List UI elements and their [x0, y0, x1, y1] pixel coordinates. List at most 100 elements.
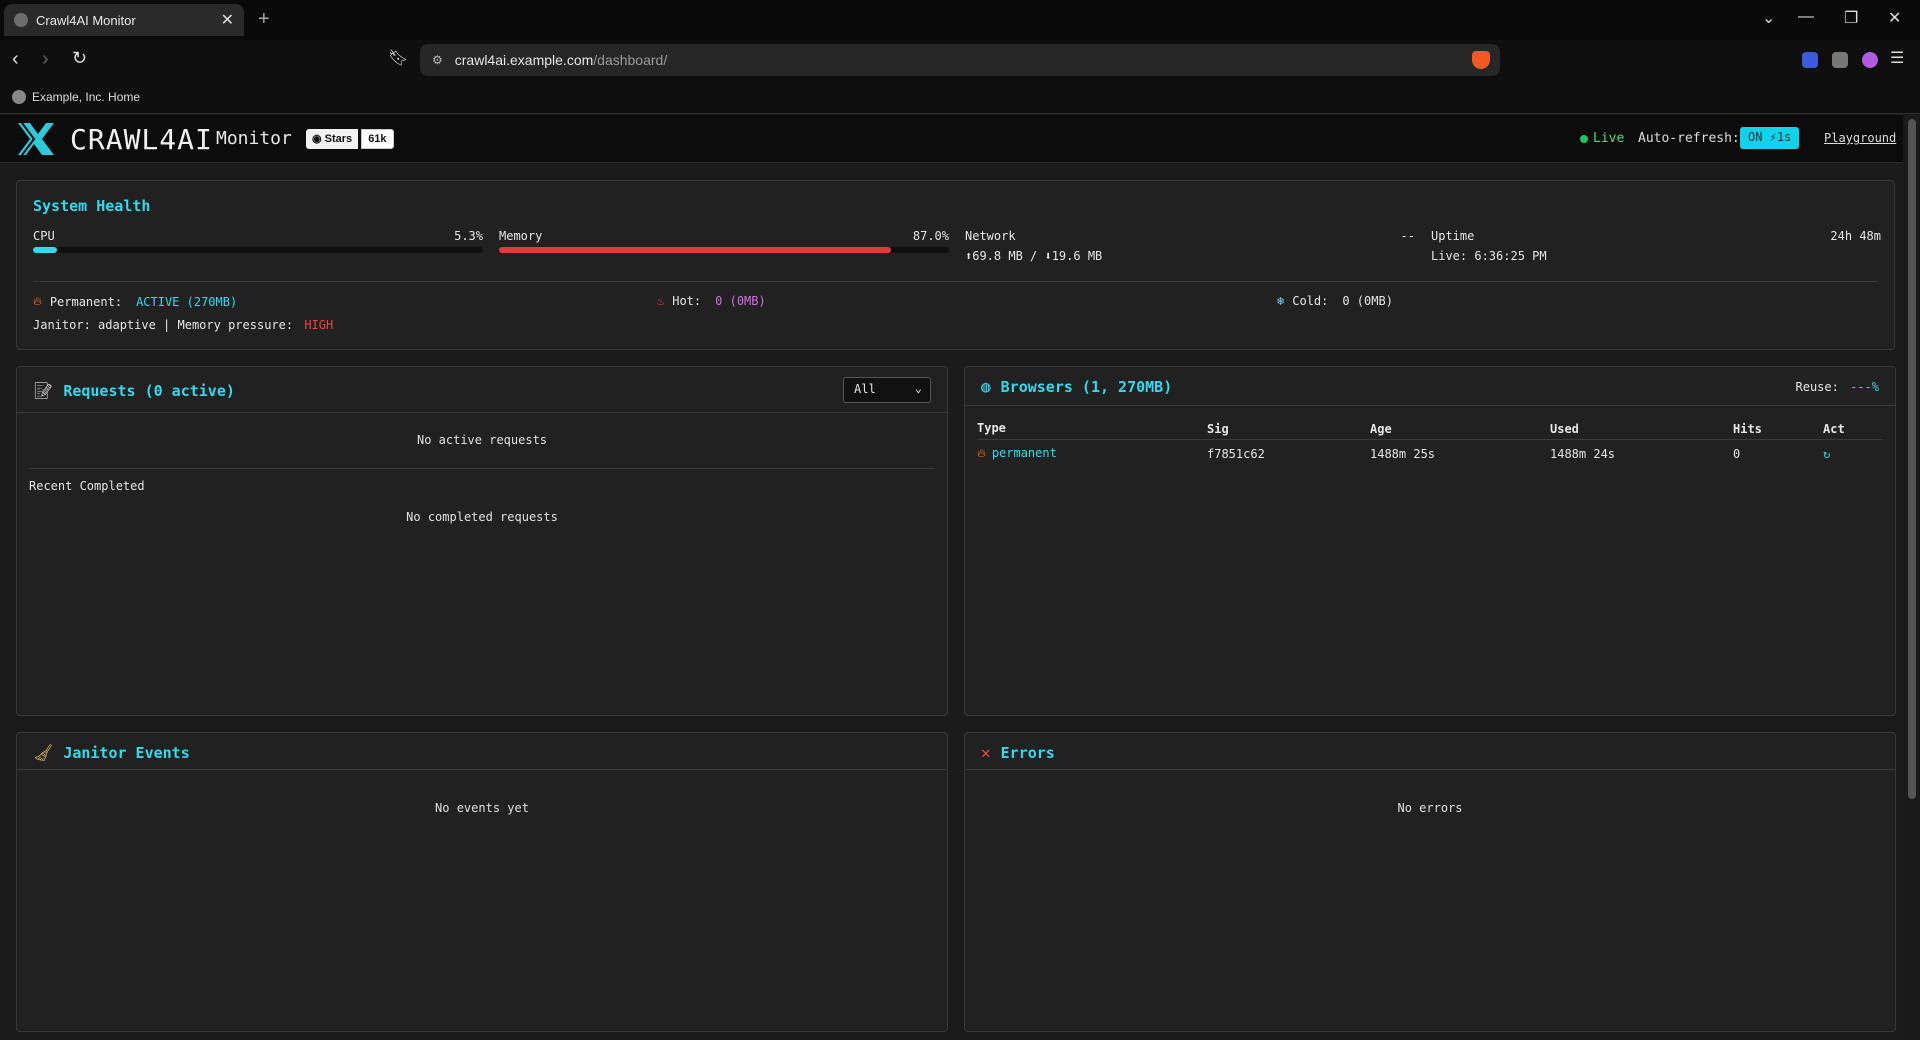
requests-header: 📝︎ Requests (0 active) [33, 381, 235, 400]
memory-value: 87.0% [912, 229, 949, 243]
errors-header: ✕ Errors [981, 743, 1055, 762]
uptime-metric: Uptime 24h 48m Live: 6:36:25 PM [1431, 229, 1881, 263]
broom-icon: 🧹︎ [33, 743, 54, 762]
tab-close-icon[interactable]: ✕ [221, 10, 234, 30]
table-row: 🔥︎ permanent f7851c62 1488m 25s 1488m 24s… [977, 440, 1883, 462]
janitor-title: Janitor Events [63, 743, 190, 762]
requests-divider [17, 412, 947, 413]
row-hits: 0 [1733, 446, 1741, 461]
janitor-line: Janitor: adaptive | Memory pressure: [33, 318, 294, 332]
row-used: 1488m 24s [1550, 446, 1616, 461]
errors-title: Errors [1000, 743, 1055, 762]
forward-icon[interactable]: › [42, 48, 49, 71]
row-type: permanent [991, 446, 1057, 460]
bookmark-favicon-icon [12, 89, 26, 104]
col-type: Type [977, 421, 1006, 435]
github-stars-badge[interactable]: ◉ Stars 61k [306, 129, 394, 149]
reuse-stat: Reuse: ---% [1796, 380, 1880, 394]
memo-icon: 📝︎ [33, 381, 54, 400]
row-age: 1488m 25s [1370, 446, 1436, 461]
pool-cold: ❄ Cold: 0 (0MB) [1277, 294, 1393, 308]
restart-browser-icon[interactable]: ↻ [1823, 440, 1883, 462]
hot-springs-icon: ♨ [657, 294, 665, 308]
pool-permanent: 🔥︎ Permanent: ACTIVE (270MB) [33, 294, 237, 309]
new-tab-icon[interactable]: + [258, 8, 270, 31]
memory-metric: Memory 87.0% [499, 229, 949, 253]
requests-title: Requests (0 active) [63, 381, 235, 400]
no-active-requests: No active requests [416, 433, 548, 447]
no-janitor-events: No events yet [435, 801, 529, 815]
cold-value: 0 (0MB) [1342, 294, 1393, 308]
site-settings-icon[interactable]: ⚙ [432, 53, 443, 67]
bookmark-home-link[interactable]: Example, Inc. Home [32, 90, 140, 104]
back-icon[interactable]: ‹ [12, 48, 19, 71]
url-path: /dashboard/ [593, 52, 668, 68]
tab-list-chevron-icon[interactable]: ⌄ [1762, 8, 1775, 28]
network-value: -- [1400, 229, 1415, 243]
stars-count: 61k [361, 129, 394, 149]
live-dot-icon [1580, 134, 1588, 143]
browsers-table: Type Sig Age Used Hits Act 🔥︎ permanent f… [977, 419, 1883, 461]
menu-icon[interactable]: ☰ [1890, 48, 1904, 68]
playground-link[interactable]: Playground [1824, 131, 1896, 145]
window-close-icon[interactable]: ✕ [1888, 8, 1901, 28]
health-divider [33, 281, 1878, 282]
hot-value: 0 (0MB) [715, 294, 766, 308]
reload-icon[interactable]: ↻ [72, 48, 87, 69]
uptime-value: 24h 48m [1830, 229, 1881, 243]
requests-panel: 📝︎ Requests (0 active) All ⌄ No active r… [16, 366, 948, 716]
no-errors: No errors [1397, 801, 1463, 815]
page-scrollbar[interactable] [1904, 115, 1920, 1040]
col-age: Age [1370, 422, 1392, 436]
chevron-down-icon: ⌄ [914, 381, 922, 395]
live-label: Live [1593, 131, 1625, 146]
stars-label: Stars [324, 133, 353, 145]
cpu-value: 5.3% [454, 229, 483, 243]
col-sig: Sig [1207, 422, 1229, 436]
browsers-panel: ◍ Browsers (1, 270MB) Reuse: ---% Type S… [964, 366, 1896, 716]
browsers-title: Browsers (1, 270MB) [1000, 377, 1173, 396]
restore-icon[interactable]: ❐ [1844, 8, 1858, 28]
col-hits: Hits [1733, 422, 1762, 436]
errors-divider [965, 769, 1895, 770]
memory-pressure-value: HIGH [304, 318, 334, 332]
cpu-metric: CPU 5.3% [33, 229, 483, 253]
cold-label: Cold: [1292, 294, 1329, 308]
row-sig: f7851c62 [1207, 446, 1265, 461]
tab-title: Crawl4AI Monitor [36, 12, 136, 28]
fire-icon: 🔥︎ [977, 446, 986, 460]
minimize-icon[interactable]: — [1798, 8, 1814, 26]
bitwarden-extension-icon[interactable] [1802, 52, 1818, 68]
github-icon: ◉ [312, 133, 325, 145]
janitor-header: 🧹︎ Janitor Events [33, 743, 190, 762]
bookmarks-bar: Example, Inc. Home [0, 80, 1920, 114]
browsers-table-header: Type Sig Age Used Hits Act [977, 419, 1883, 440]
permanent-value: ACTIVE (270MB) [136, 294, 238, 309]
requests-filter-select[interactable]: All ⌄ [843, 377, 931, 403]
crawl4ai-logo-icon [18, 122, 54, 156]
janitor-divider [17, 769, 947, 770]
cpu-bar-fill [33, 247, 57, 253]
bookmark-icon[interactable]: 🔖︎ [388, 48, 408, 68]
browser-tab-bar: Crawl4AI Monitor ✕ + ⌄ — ❐ ✕ [0, 0, 1920, 40]
url-host: crawl4ai.example.com [454, 52, 594, 68]
col-act: Act [1823, 422, 1845, 436]
tab-favicon-icon [14, 13, 28, 27]
auto-refresh-label: Auto-refresh: [1638, 131, 1740, 146]
janitor-panel: 🧹︎ Janitor Events No events yet [16, 732, 948, 1032]
browser-nav-bar: ‹ › ↻ 🔖︎ ⚙ crawl4ai.example.com/dashboar… [0, 40, 1920, 80]
brave-shields-icon[interactable] [1472, 51, 1490, 69]
janitor-status: Janitor: adaptive | Memory pressure: HIG… [33, 318, 333, 332]
memory-bar-fill [499, 247, 891, 253]
recent-divider [29, 468, 935, 469]
browser-tab[interactable]: Crawl4AI Monitor ✕ [4, 4, 244, 36]
auto-refresh-toggle[interactable]: ON ⚡1s [1740, 127, 1800, 149]
profile-icon[interactable] [1862, 52, 1878, 68]
fire-icon: 🔥︎ [33, 294, 42, 308]
app-header: CRAWL4AI Monitor ◉ Stars 61k Live Auto-r… [0, 115, 1903, 163]
extensions-icon[interactable] [1832, 52, 1848, 68]
address-bar[interactable]: ⚙ crawl4ai.example.com/dashboard/ [420, 44, 1500, 76]
scrollbar-thumb[interactable] [1908, 119, 1916, 799]
browsers-header: ◍ Browsers (1, 270MB) [981, 377, 1172, 396]
snowflake-icon: ❄ [1277, 294, 1285, 308]
